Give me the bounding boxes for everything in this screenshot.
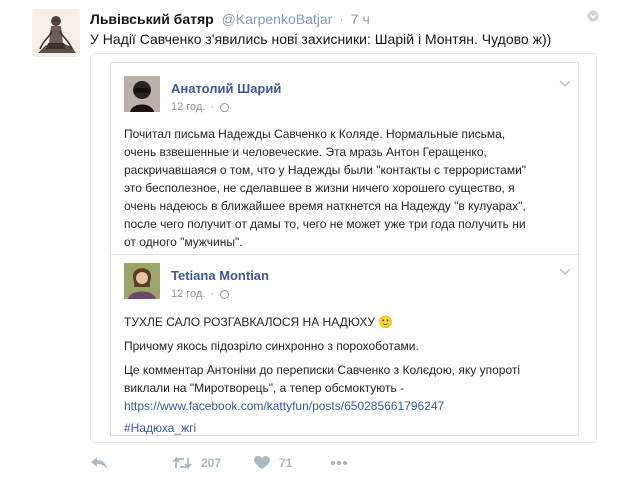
- fb-time-text: 12 год.: [171, 288, 206, 300]
- fb-body-line: раскричавшаяся о том, что у Надежды были…: [124, 163, 527, 177]
- fb-author-name: Tetiana Montian: [171, 268, 269, 283]
- more-actions-button[interactable]: [330, 453, 348, 473]
- fb-body-line: Це комментар Антоніни до переписки Савче…: [124, 363, 521, 377]
- reply-icon: [91, 457, 107, 469]
- fb-body-line: после чего получит от дамы то, чего не м…: [124, 217, 526, 231]
- fb-body-line: ТУХЛЕ САЛО РОЗГАВКАЛОСЯ НА НАДЮХУ 🙂: [124, 315, 394, 329]
- like-button[interactable]: 71: [254, 453, 292, 473]
- fb-body-line: Причому якось підозріло синхронно з поро…: [124, 339, 419, 353]
- reply-button[interactable]: [90, 453, 108, 473]
- fb-time-text: 12 год.: [171, 101, 206, 113]
- author-avatar[interactable]: [32, 9, 80, 57]
- fb-post-sharii: Анатолий Шарий 12 год. · Почитал письма …: [111, 63, 578, 253]
- author-name[interactable]: Львівський батяр: [90, 11, 214, 27]
- author-username[interactable]: @KarpenkoBatjar: [222, 11, 333, 27]
- like-count: 71: [279, 456, 293, 470]
- fb-body-line: это бесполезное, не сделавшее в жизни ни…: [124, 181, 515, 195]
- fb-body-line: очень надеюсь в ближайшее время наткнетс…: [124, 199, 526, 213]
- retweet-button[interactable]: 207: [172, 453, 221, 473]
- fb-post-body: Почитал письма Надежды Савченко к Коляде…: [124, 125, 526, 251]
- tweet-text: У Надії Савченко з'явились нові захисник…: [90, 31, 552, 47]
- tweet: Львівський батяр @KarpenkoBatjar · 7 ч У…: [0, 0, 630, 481]
- fb-body-line: очень взвешенные и человеческие. Эта мра…: [124, 145, 487, 159]
- media-card[interactable]: Анатолий Шарий 12 год. · Почитал письма …: [90, 53, 597, 443]
- tweet-header: Львівський батяр @KarpenkoBatjar · 7 ч: [90, 11, 370, 27]
- fb-avatar-sharii: [124, 76, 160, 112]
- facebook-screenshot-image: Анатолий Шарий 12 год. · Почитал письма …: [110, 62, 579, 436]
- fb-avatar-montian: [124, 263, 160, 299]
- retweet-count: 207: [201, 456, 222, 470]
- tweet-actions: 207 71: [90, 453, 390, 477]
- more-options-icon[interactable]: [587, 9, 599, 22]
- tweet-timestamp[interactable]: 7 ч: [351, 11, 370, 27]
- fb-hashtag: #Надюха_жгі: [124, 421, 197, 435]
- fb-post-body: ТУХЛЕ САЛО РОЗГАВКАЛОСЯ НА НАДЮХУ 🙂 Прич…: [124, 313, 520, 437]
- globe-icon: [220, 289, 230, 299]
- fb-post-time: 12 год. ·: [171, 288, 230, 300]
- fb-post-link: https://www.facebook.com/kattyfun/posts/…: [124, 399, 445, 413]
- fb-body-line: виклали на "Миротворець", а тепер обсмок…: [124, 381, 405, 395]
- fb-post-time: 12 год. ·: [171, 101, 230, 113]
- chevron-down-icon: [559, 263, 571, 276]
- fb-body-line: от одного "мужчины".: [124, 235, 243, 249]
- fb-body-line: Почитал письма Надежды Савченко к Коляде…: [124, 127, 506, 141]
- fb-post-montian: Tetiana Montian 12 год. · ТУХЛЕ САЛО РОЗ…: [111, 255, 578, 437]
- heart-icon: [254, 456, 270, 469]
- more-dots-icon: [330, 460, 348, 466]
- globe-icon: [220, 102, 230, 112]
- retweet-icon: [172, 456, 192, 470]
- fb-author-name: Анатолий Шарий: [171, 81, 282, 96]
- separator: ·: [339, 11, 344, 27]
- chevron-down-icon: [559, 75, 571, 88]
